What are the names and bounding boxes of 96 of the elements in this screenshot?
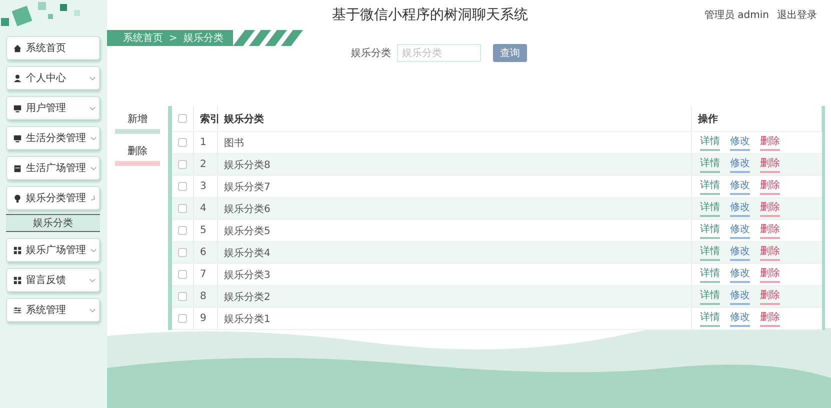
column-header: 娱乐分类 <box>218 106 692 131</box>
table-cell: 5 <box>194 220 218 241</box>
search-button[interactable]: 查询 <box>493 44 527 62</box>
table-cell: 娱乐分类3 <box>218 264 692 285</box>
chevron-icon <box>89 106 96 110</box>
edit-link[interactable]: 修改 <box>730 178 750 195</box>
breadcrumb-link[interactable]: 系统首页 <box>123 31 163 45</box>
details-link[interactable]: 详情 <box>700 156 720 173</box>
delete-link[interactable]: 删除 <box>760 200 780 217</box>
table-cell: 娱乐分类2 <box>218 286 692 307</box>
edit-link[interactable]: 修改 <box>730 266 750 283</box>
delete-link[interactable]: 删除 <box>760 156 780 173</box>
page-title: 基于微信小程序的树洞聊天系统 <box>332 6 529 24</box>
search-label: 娱乐分类 <box>351 46 391 60</box>
table-cell: 娱乐分类8 <box>218 154 692 175</box>
checkbox[interactable] <box>178 270 187 279</box>
delete-button[interactable]: 删除 <box>115 144 160 166</box>
column-header: 索引 <box>194 106 218 131</box>
checkbox[interactable] <box>178 292 187 301</box>
sliders-icon <box>13 306 22 314</box>
edit-link[interactable]: 修改 <box>730 200 750 217</box>
checkbox[interactable] <box>178 248 187 257</box>
search-field[interactable]: 娱乐分类 <box>397 44 481 62</box>
grid-icon <box>13 276 22 284</box>
breadcrumb-link[interactable]: 娱乐分类 <box>183 31 224 45</box>
checkbox[interactable] <box>178 138 187 147</box>
delete-link[interactable]: 删除 <box>760 266 780 283</box>
delete-link[interactable]: 删除 <box>760 244 780 261</box>
monitor-icon <box>13 134 22 142</box>
table-cell: 娱乐分类4 <box>218 242 692 263</box>
sidebar-item[interactable]: 系统首页 <box>6 36 100 60</box>
sidebar-item[interactable]: 生活分类管理 <box>6 126 100 150</box>
table-cell: 6 <box>194 242 218 263</box>
checkbox[interactable] <box>178 114 187 123</box>
chevron-icon <box>90 248 97 252</box>
sidebar-item[interactable]: 用户管理 <box>6 96 100 120</box>
calendar-icon <box>13 164 22 172</box>
column-header: 操作 <box>692 106 822 131</box>
table-cell: 2 <box>194 154 218 175</box>
edit-link[interactable]: 修改 <box>730 244 750 261</box>
checkbox[interactable] <box>178 160 187 169</box>
monitor-icon <box>13 104 22 112</box>
details-link[interactable]: 详情 <box>700 134 720 151</box>
user-icon <box>13 74 22 82</box>
chevron-icon <box>89 76 96 80</box>
chevron-icon <box>89 278 96 282</box>
logout-link[interactable]: 退出登录 <box>777 8 817 22</box>
user-label: 管理员 admin <box>704 9 769 22</box>
edit-link[interactable]: 修改 <box>730 288 750 305</box>
table-cell: 娱乐分类7 <box>218 176 692 197</box>
checkbox[interactable] <box>178 182 187 191</box>
delete-link[interactable]: 删除 <box>760 178 780 195</box>
details-link[interactable]: 详情 <box>700 310 720 327</box>
bulb-icon <box>13 194 22 202</box>
chevron-icon <box>90 166 97 170</box>
delete-link[interactable]: 删除 <box>760 222 780 239</box>
table-cell: 娱乐分类5 <box>218 220 692 241</box>
checkbox[interactable] <box>178 314 187 323</box>
table-cell: 4 <box>194 198 218 219</box>
table-cell: 7 <box>194 264 218 285</box>
table-cell: 1 <box>194 132 218 153</box>
sidebar-item[interactable]: 留言反馈 <box>6 268 100 292</box>
home-icon <box>13 44 22 52</box>
table-cell: 图书 <box>218 132 692 153</box>
sidebar-item[interactable]: 个人中心 <box>6 66 100 90</box>
edit-link[interactable]: 修改 <box>730 134 750 151</box>
grid-icon <box>13 246 22 254</box>
checkbox[interactable] <box>178 204 187 213</box>
edit-link[interactable]: 修改 <box>730 310 750 327</box>
sidebar-item[interactable]: 系统管理 <box>6 298 100 322</box>
edit-link[interactable]: 修改 <box>730 222 750 239</box>
sidebar-item[interactable]: 娱乐分类管理 <box>6 186 100 210</box>
add-button[interactable]: 新增 <box>115 112 160 134</box>
breadcrumb-separator: > <box>169 32 178 44</box>
details-link[interactable]: 详情 <box>700 244 720 261</box>
table-cell: 娱乐分类1 <box>218 308 692 329</box>
delete-link[interactable]: 删除 <box>760 134 780 151</box>
checkbox[interactable] <box>178 226 187 235</box>
details-link[interactable]: 详情 <box>700 200 720 217</box>
sidebar-item[interactable]: 娱乐广场管理 <box>6 238 100 262</box>
table-cell: 娱乐分类6 <box>218 198 692 219</box>
table-cell: 8 <box>194 286 218 307</box>
sidebar-item[interactable]: 生活广场管理 <box>6 156 100 180</box>
delete-link[interactable]: 删除 <box>760 288 780 305</box>
chevron-icon <box>89 308 96 312</box>
delete-link[interactable]: 删除 <box>760 310 780 327</box>
table-cell: 3 <box>194 176 218 197</box>
submenu-item[interactable]: 娱乐分类 <box>6 214 100 232</box>
chevron-icon <box>90 194 98 202</box>
edit-link[interactable]: 修改 <box>730 156 750 173</box>
chevron-icon <box>90 136 97 140</box>
details-link[interactable]: 详情 <box>700 266 720 283</box>
details-link[interactable]: 详情 <box>700 288 720 305</box>
details-link[interactable]: 详情 <box>700 178 720 195</box>
details-link[interactable]: 详情 <box>700 222 720 239</box>
table-cell: 9 <box>194 308 218 329</box>
